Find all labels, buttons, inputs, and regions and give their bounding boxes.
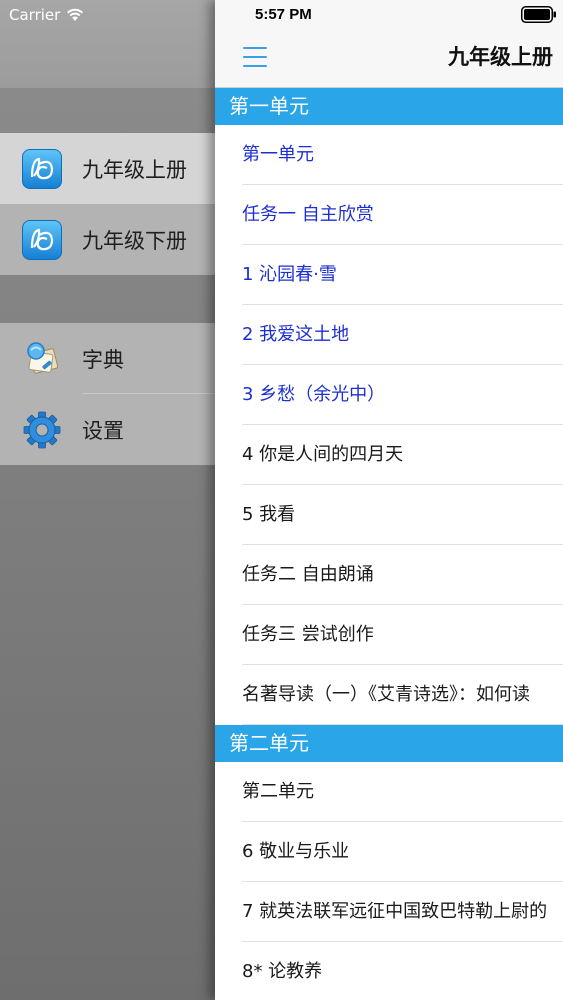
list-item[interactable]: 1 沁园春·雪 bbox=[215, 245, 563, 305]
main-panel: 5:57 PM 九年级上册 第一单元 第一单元 任务一 自主欣赏 1 沁园春·雪… bbox=[215, 0, 563, 1000]
list-item[interactable]: 4 你是人间的四月天 bbox=[215, 425, 563, 485]
side-menu: Carrier 九年级上册 九年级下册 字典 设置 bbox=[0, 0, 215, 1000]
book-icon bbox=[22, 148, 62, 189]
list-item[interactable]: 8* 论教养 bbox=[215, 942, 563, 1000]
hamburger-menu-icon bbox=[243, 47, 267, 49]
section-header: 第一单元 bbox=[215, 88, 563, 125]
list-item[interactable]: 名著导读（一）《艾青诗选》：如何读 bbox=[215, 665, 563, 725]
menu-item-label: 九年级下册 bbox=[82, 228, 187, 253]
lesson-list[interactable]: 第一单元 第一单元 任务一 自主欣赏 1 沁园春·雪 2 我爱这土地 3 乡愁（… bbox=[215, 88, 563, 1000]
carrier-status: Carrier bbox=[9, 4, 84, 26]
gear-icon bbox=[22, 410, 62, 450]
list-item[interactable]: 7 就英法联军远征中国致巴特勒上尉的 bbox=[215, 882, 563, 942]
menu-item-label: 九年级上册 bbox=[82, 157, 187, 182]
list-item[interactable]: 任务二 自由朗诵 bbox=[215, 545, 563, 605]
list-item[interactable]: 第二单元 bbox=[215, 762, 563, 822]
battery-icon bbox=[521, 6, 556, 23]
section-header: 第二单元 bbox=[215, 725, 563, 762]
wifi-icon bbox=[67, 8, 84, 21]
list-item[interactable]: 任务一 自主欣赏 bbox=[215, 185, 563, 245]
menu-item-dictionary[interactable]: 字典 bbox=[0, 323, 215, 394]
list-item[interactable]: 6 敬业与乐业 bbox=[215, 822, 563, 882]
menu-button[interactable] bbox=[243, 42, 277, 72]
dictionary-icon bbox=[22, 339, 62, 379]
menu-item-label: 字典 bbox=[82, 347, 124, 372]
menu-item-grade9-vol1[interactable]: 九年级上册 bbox=[0, 133, 215, 204]
status-time: 5:57 PM bbox=[255, 6, 312, 23]
page-title: 九年级上册 bbox=[448, 45, 553, 69]
list-item[interactable]: 3 乡愁（余光中） bbox=[215, 365, 563, 425]
list-item[interactable]: 第一单元 bbox=[215, 125, 563, 185]
menu-item-label: 设置 bbox=[82, 418, 124, 443]
list-item[interactable]: 2 我爱这土地 bbox=[215, 305, 563, 365]
list-item[interactable]: 任务三 尝试创作 bbox=[215, 605, 563, 665]
book-icon bbox=[22, 219, 62, 260]
list-item[interactable]: 5 我看 bbox=[215, 485, 563, 545]
tools-list: 字典 设置 bbox=[0, 323, 215, 465]
nav-bar: 5:57 PM 九年级上册 bbox=[215, 0, 563, 88]
book-list: 九年级上册 九年级下册 bbox=[0, 133, 215, 275]
carrier-label: Carrier bbox=[9, 6, 61, 24]
menu-item-grade9-vol2[interactable]: 九年级下册 bbox=[0, 204, 215, 275]
menu-item-settings[interactable]: 设置 bbox=[0, 394, 215, 465]
